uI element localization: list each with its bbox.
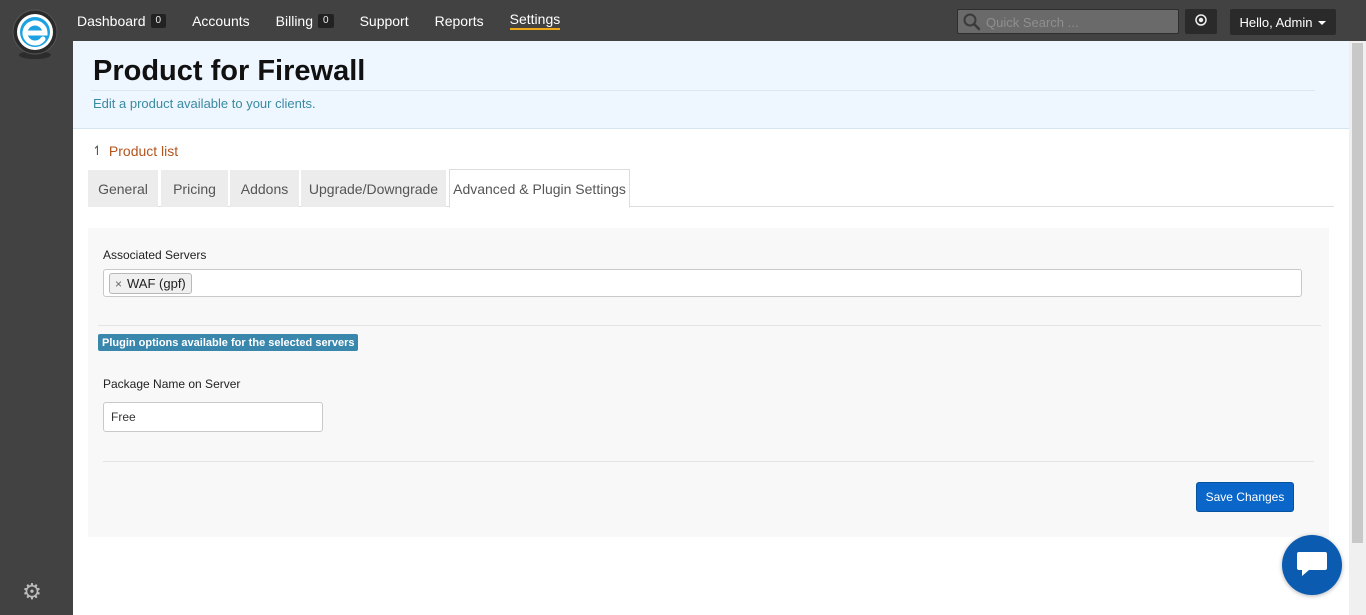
count-badge: 0 <box>318 13 334 28</box>
page-header: Product for Firewall Edit a product avai… <box>73 41 1349 129</box>
save-changes-button[interactable]: Save Changes <box>1196 482 1294 512</box>
associated-servers-label: Associated Servers <box>103 248 207 262</box>
nav-item-label: Billing <box>275 12 314 29</box>
search-input[interactable] <box>986 13 1172 31</box>
nav-item-label: Settings <box>509 11 561 30</box>
user-greeting: Hello, Admin <box>1239 14 1313 30</box>
target-icon <box>1195 14 1207 29</box>
tab-advanced-plugin-settings[interactable]: Advanced & Plugin Settings <box>449 169 630 208</box>
main-content: ↿ Product list General Pricing Addons Up… <box>73 129 1349 615</box>
package-name-label: Package Name on Server <box>103 377 241 391</box>
tab-upgrade-downgrade[interactable]: Upgrade/Downgrade <box>301 170 446 207</box>
scrollbar-thumb[interactable] <box>1352 43 1363 543</box>
nav-item-label: Reports <box>434 12 484 29</box>
server-chip: × WAF (gpf) <box>109 273 192 294</box>
user-menu-button[interactable]: Hello, Admin <box>1230 9 1336 35</box>
page-title: Product for Firewall <box>93 55 366 87</box>
package-name-input[interactable] <box>103 402 323 432</box>
nav-item-support[interactable]: Support <box>360 13 409 29</box>
chevron-down-icon <box>1318 21 1327 25</box>
tab-general[interactable]: General <box>88 170 158 207</box>
magnifier-icon <box>962 13 982 31</box>
page-scrollbar[interactable] <box>1349 41 1366 615</box>
tab-addons[interactable]: Addons <box>230 170 299 207</box>
nav-item-label: Accounts <box>192 12 250 29</box>
up-arrow-icon: ↿ <box>92 143 103 159</box>
tab-bar: General Pricing Addons Upgrade/Downgrade… <box>88 169 1334 208</box>
tab-pricing[interactable]: Pricing <box>161 170 228 207</box>
breadcrumb: ↿ Product list <box>92 143 178 159</box>
breadcrumb-link-product-list[interactable]: Product list <box>109 143 178 159</box>
e-logo-icon[interactable] <box>10 8 60 60</box>
nav-item-label: Support <box>359 12 409 29</box>
nav-item-dashboard[interactable]: Dashboard 0 <box>77 12 167 29</box>
nav-item-label: Dashboard <box>77 12 146 29</box>
nav-item-accounts[interactable]: Accounts <box>192 13 250 29</box>
chat-bubble-icon <box>1295 549 1329 582</box>
close-icon[interactable]: × <box>115 277 122 291</box>
associated-servers-select[interactable]: × WAF (gpf) <box>103 269 1302 297</box>
plugin-options-badge: Plugin options available for the selecte… <box>98 334 359 351</box>
nav-item-reports[interactable]: Reports <box>435 13 484 29</box>
gear-icon[interactable]: ⚙ <box>21 582 43 604</box>
nav-item-billing[interactable]: Billing 0 <box>276 13 334 29</box>
nav-item-settings[interactable]: Settings <box>509 11 561 30</box>
top-navigation: Dashboard 0 Accounts Billing 0 Support R… <box>73 0 1366 41</box>
left-rail: ⚙ <box>0 0 73 615</box>
main-nav: Dashboard 0 Accounts Billing 0 Support R… <box>77 0 586 41</box>
server-chip-label: WAF (gpf) <box>127 276 186 291</box>
page-subtitle: Edit a product available to your clients… <box>93 96 316 111</box>
count-badge: 0 <box>150 13 167 28</box>
chat-widget-button[interactable] <box>1282 535 1342 595</box>
target-button[interactable] <box>1185 9 1217 34</box>
settings-panel: Associated Servers × WAF (gpf) Plugin op… <box>88 228 1329 537</box>
section-divider <box>98 325 1321 326</box>
form-actions-divider <box>103 461 1314 462</box>
header-divider <box>91 90 1315 91</box>
quick-search <box>957 9 1179 34</box>
